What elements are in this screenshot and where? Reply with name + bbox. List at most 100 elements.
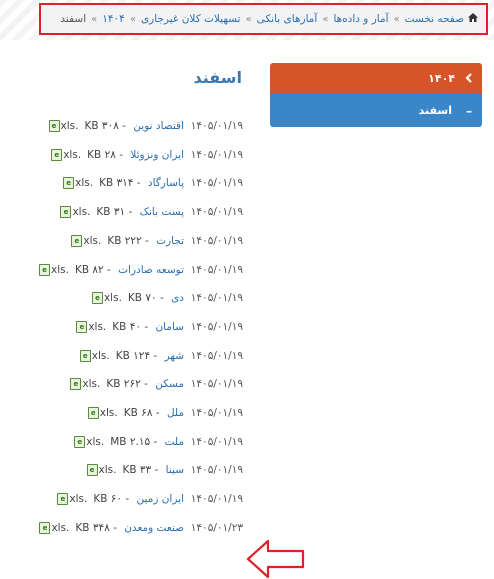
file-size-value: MB ۲.۱۵	[110, 435, 151, 448]
xls-file-icon[interactable]: e	[39, 263, 51, 276]
xls-file-icon[interactable]: e	[70, 378, 82, 391]
file-entry: ملت - MB ۲.۱۵ .xls e	[74, 435, 184, 448]
breadcrumb-separator: »	[393, 13, 400, 25]
file-extension: .xls	[88, 320, 107, 333]
file-size-value: KB ۶۸	[123, 407, 153, 419]
breadcrumb-separator: »	[129, 13, 136, 25]
file-extension: .xls	[75, 177, 94, 190]
list-item: ۱۴۰۵/۰۱/۱۹ پست بانک - KB ۳۱ .xls e	[0, 206, 494, 226]
file-entry: اقتصاد نوین - KB ۳۰۸ .xls e	[48, 120, 184, 132]
file-size-value: KB ۷۰	[127, 292, 157, 305]
file-entry: پست بانک - KB ۳۱ .xls e	[60, 206, 184, 219]
list-item: ۱۴۰۵/۰۱/۱۹ پاسارگاد - KB ۳۱۴ .xls e	[0, 177, 494, 197]
file-link[interactable]: مسکن	[155, 378, 184, 390]
xls-file-icon[interactable]: e	[79, 349, 91, 362]
file-entry: سامان - KB ۴۰ .xls e	[76, 320, 184, 333]
file-link[interactable]: پست بانک	[140, 206, 184, 218]
xls-file-icon[interactable]: e	[63, 177, 75, 190]
file-date: ۱۴۰۵/۰۱/۱۹	[190, 407, 243, 419]
file-size: - KB ۳۱۴	[99, 177, 144, 190]
file-entry: سینا - KB ۳۳ .xls e	[86, 464, 184, 477]
file-size: - KB ۲۸	[87, 148, 127, 161]
file-size-value: KB ۴۰	[112, 320, 141, 333]
file-link[interactable]: ایران زمین	[137, 493, 184, 505]
xls-file-icon[interactable]: e	[57, 493, 69, 506]
file-link[interactable]: سامان	[155, 321, 184, 333]
file-link[interactable]: تجارت	[156, 235, 184, 247]
xls-file-icon[interactable]: e	[48, 120, 60, 132]
file-size: - KB ۳۴۸	[75, 521, 121, 534]
file-extension: .xls	[51, 263, 69, 276]
file-entry: دی - KB ۷۰ .xls e	[91, 292, 184, 305]
file-date: ۱۴۰۵/۰۱/۲۳	[190, 521, 243, 534]
sidebar-item-label: اسفند	[418, 104, 452, 117]
file-size: - KB ۳۱	[96, 206, 136, 219]
xls-file-icon[interactable]: e	[51, 148, 63, 161]
file-date: ۱۴۰۵/۰۱/۱۹	[190, 177, 243, 190]
file-extension: .xls	[63, 148, 82, 161]
file-link[interactable]: اقتصاد نوین	[133, 120, 184, 132]
xls-file-icon[interactable]: e	[39, 521, 51, 534]
xls-file-icon[interactable]: e	[76, 320, 88, 333]
file-date: ۱۴۰۵/۰۱/۱۹	[190, 320, 243, 333]
file-date: ۱۴۰۵/۰۱/۱۹	[190, 206, 243, 219]
xls-file-icon[interactable]: e	[86, 464, 98, 477]
xls-file-icon[interactable]: e	[74, 435, 86, 448]
page-title: اسفند	[193, 68, 242, 87]
file-link[interactable]: ایران ونزوئلا	[130, 149, 184, 161]
breadcrumb-current: اسفند	[60, 13, 87, 25]
file-extension: .xls	[82, 378, 101, 391]
file-entry: تجارت - KB ۲۲۲ .xls e	[71, 234, 184, 247]
file-size-value: KB ۲۲۲	[107, 234, 142, 247]
file-extension: .xls	[51, 521, 70, 534]
left-arrow-annotation	[246, 539, 305, 579]
file-extension: .xls	[72, 206, 91, 219]
file-extension: .xls	[98, 464, 117, 477]
file-entry: صنعت ومعدن - KB ۳۴۸ .xls e	[39, 521, 184, 534]
file-entry: ملل - KB ۶۸ .xls e	[87, 407, 184, 419]
file-size: - KB ۱۲۴	[115, 349, 161, 362]
xls-file-icon[interactable]: e	[71, 234, 83, 247]
xls-file-icon[interactable]: e	[91, 292, 103, 305]
file-link[interactable]: ملل	[167, 407, 184, 419]
file-entry: توسعه صادرات - KB ۸۲ .xls e	[39, 263, 184, 276]
file-link[interactable]: توسعه صادرات	[118, 264, 184, 276]
breadcrumb-separator: »	[322, 13, 329, 25]
chevron-left-icon	[465, 71, 472, 87]
breadcrumb-item[interactable]: تسهیلات کلان غیرجاری	[141, 13, 241, 25]
file-size: - MB ۲.۱۵	[110, 435, 161, 448]
file-size: - KB ۲۶۲	[106, 378, 152, 391]
breadcrumb-item[interactable]: آمار و داده‌ها	[333, 13, 388, 25]
home-icon[interactable]	[468, 13, 478, 25]
file-extension: .xls	[91, 349, 110, 362]
dash-icon: –	[466, 103, 472, 118]
file-link[interactable]: شهر	[165, 350, 184, 362]
xls-file-icon[interactable]: e	[60, 206, 72, 219]
file-entry: پاسارگاد - KB ۳۱۴ .xls e	[63, 177, 184, 190]
breadcrumb-home[interactable]: صفحه نخست	[405, 13, 464, 25]
file-link[interactable]: صنعت ومعدن	[124, 522, 184, 534]
file-link[interactable]: پاسارگاد	[148, 177, 184, 189]
file-entry: شهر - KB ۱۲۴ .xls e	[79, 349, 184, 362]
list-item: ۱۴۰۵/۰۱/۱۹ شهر - KB ۱۲۴ .xls e	[0, 349, 494, 370]
breadcrumb-item[interactable]: آمارهای بانکی	[257, 13, 318, 25]
file-link[interactable]: ملت	[165, 436, 184, 448]
file-size-value: KB ۲۸	[87, 148, 116, 161]
xls-file-icon[interactable]: e	[87, 407, 99, 419]
list-item: ۱۴۰۵/۰۱/۱۹ دی - KB ۷۰ .xls e	[0, 292, 494, 312]
file-link[interactable]: سینا	[166, 464, 184, 476]
file-extension: .xls	[83, 234, 102, 247]
file-link[interactable]: دی	[171, 292, 184, 304]
file-extension: .xls	[69, 493, 88, 506]
sidebar-item-year[interactable]: ۱۴۰۴	[270, 63, 482, 94]
list-item: ۱۴۰۵/۰۱/۱۹ ایران ونزوئلا - KB ۲۸ .xls e	[0, 148, 494, 169]
breadcrumb-item[interactable]: ۱۴۰۴	[102, 13, 125, 25]
file-size-value: KB ۱۲۴	[115, 349, 151, 362]
file-date: ۱۴۰۵/۰۱/۱۹	[190, 234, 243, 247]
file-date: ۱۴۰۵/۰۱/۱۹	[190, 263, 243, 276]
file-date: ۱۴۰۵/۰۱/۱۹	[190, 120, 243, 132]
list-item: ۱۴۰۵/۰۱/۱۹ سامان - KB ۴۰ .xls e	[0, 320, 494, 341]
list-item: ۱۴۰۵/۰۱/۱۹ ایران زمین - KB ۶۰ .xls e	[0, 493, 494, 513]
file-date: ۱۴۰۵/۰۱/۱۹	[190, 349, 243, 362]
list-item: ۱۴۰۵/۰۱/۱۹ اقتصاد نوین - KB ۳۰۸ .xls e	[0, 120, 494, 140]
